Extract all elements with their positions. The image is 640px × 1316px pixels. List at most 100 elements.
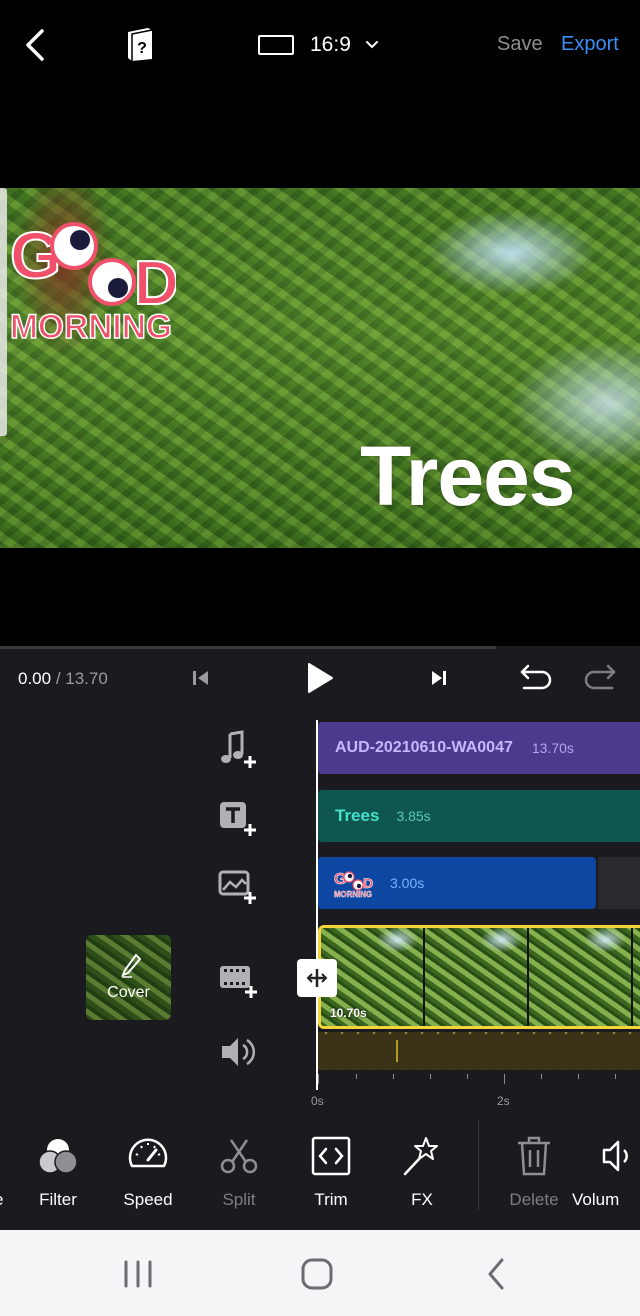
speaker-icon (222, 1038, 256, 1066)
speedometer-icon (128, 1138, 168, 1168)
svg-text:MORNING: MORNING (334, 890, 372, 898)
trim-label: Trim (314, 1190, 348, 1209)
skip-end-button[interactable] (428, 666, 450, 690)
ruler-label: 0s (311, 1094, 324, 1108)
time-display: 0.00 / 13.70 (18, 669, 108, 689)
volume-toggle-button[interactable] (218, 1032, 262, 1072)
aspect-ratio-selector[interactable]: 16:9 (258, 28, 379, 62)
pen-icon (121, 953, 142, 978)
back-arrow-icon (488, 1258, 504, 1290)
chevron-down-icon (365, 41, 378, 49)
trim-icon (311, 1136, 351, 1176)
redo-button[interactable] (582, 662, 618, 692)
svg-text:D: D (363, 875, 373, 891)
delete-label: Delete (509, 1190, 559, 1209)
transition-icon (306, 969, 328, 987)
filter-button[interactable]: Filter (16, 1120, 96, 1230)
music-note-add-icon (221, 730, 256, 768)
preview-handle[interactable] (0, 188, 7, 436)
undo-icon (520, 664, 552, 690)
audio-track-name: AUD-20210610-WA0047 (335, 739, 513, 756)
aspect-ratio-label: 16:9 (310, 33, 351, 56)
video-frame-thumbnail (529, 928, 633, 1026)
split-button[interactable]: Split (197, 1120, 277, 1230)
skip-to-end-icon (432, 671, 446, 685)
text-track-name: Trees (335, 806, 380, 825)
home-button[interactable] (297, 1256, 337, 1292)
cover-button[interactable]: Cover (86, 935, 171, 1020)
top-bar: ? 16:9 Save Export (0, 0, 640, 90)
sticker-track-clip[interactable]: G D MORNING 3.00s (318, 857, 596, 909)
video-preview[interactable]: G D MORNING Trees (0, 188, 640, 548)
ruler-label: 2s (497, 1094, 510, 1108)
add-music-button[interactable] (218, 730, 262, 770)
toolbar-divider (478, 1120, 479, 1210)
ruler-tick (318, 1074, 319, 1084)
add-sticker-button[interactable] (218, 866, 262, 906)
ruler-tick (430, 1074, 431, 1079)
fx-button[interactable]: FX (380, 1120, 460, 1230)
video-clip-selected[interactable]: 10.70s (318, 925, 640, 1029)
add-text-button[interactable] (218, 798, 262, 838)
toolbar-cut-off-label: e (0, 1190, 3, 1210)
ruler-tick (504, 1074, 505, 1084)
progress-line (0, 646, 496, 649)
skip-start-button[interactable] (190, 666, 212, 690)
audio-track-clip[interactable]: AUD-20210610-WA0047 13.70s (318, 722, 640, 774)
help-book-icon: ? (128, 28, 153, 61)
system-back-button[interactable] (478, 1256, 518, 1292)
recent-apps-icon (124, 1260, 152, 1288)
trash-icon (518, 1136, 550, 1176)
speed-button[interactable]: Speed (106, 1120, 186, 1230)
cover-label: Cover (107, 984, 150, 1001)
svg-text:MORNING: MORNING (10, 308, 172, 342)
text-track-clip[interactable]: Trees 3.85s (318, 790, 640, 842)
sticker-track-empty (598, 857, 640, 909)
magic-wand-icon (403, 1137, 438, 1176)
editor-panel: 0.00 / 13.70 Cover AUD-20210610-WA0047 1… (0, 646, 640, 1230)
edit-toolbar: e Filter Speed Split (0, 1120, 640, 1230)
volume-label: Volum (572, 1190, 620, 1209)
system-navigation-bar (0, 1230, 640, 1316)
add-clip-button[interactable] (218, 960, 262, 1000)
help-guide-button[interactable]: ? (124, 26, 156, 62)
filter-label: Filter (39, 1190, 77, 1209)
play-button[interactable] (304, 660, 336, 696)
recent-apps-button[interactable] (118, 1256, 158, 1292)
play-icon (308, 663, 333, 693)
home-icon (301, 1258, 333, 1290)
sticker-track-duration: 3.00s (390, 875, 425, 891)
good-morning-sticker[interactable]: G D MORNING (8, 206, 176, 342)
ruler-tick (578, 1074, 579, 1079)
scissors-icon (220, 1139, 258, 1174)
delete-button[interactable]: Delete (492, 1120, 572, 1230)
trim-button[interactable]: Trim (289, 1120, 369, 1230)
volume-button[interactable]: Volum (572, 1120, 640, 1230)
save-button[interactable]: Save (497, 33, 543, 56)
ruler-tick (541, 1074, 542, 1079)
filter-icon (38, 1139, 78, 1174)
ruler-tick (467, 1074, 468, 1079)
volume-icon (602, 1140, 628, 1172)
add-transition-button[interactable] (297, 959, 337, 997)
preview-title-text[interactable]: Trees (360, 428, 576, 525)
back-button[interactable] (22, 28, 52, 62)
skip-to-start-icon (193, 671, 208, 685)
text-add-icon (220, 802, 256, 836)
ruler-tick (356, 1074, 357, 1079)
image-add-icon (218, 870, 256, 904)
undo-button[interactable] (518, 662, 554, 692)
audio-marker (396, 1040, 398, 1062)
export-button[interactable]: Export (561, 33, 619, 56)
audio-track-duration: 13.70s (531, 740, 574, 756)
video-frame-thumbnail (425, 928, 529, 1026)
speed-label: Speed (123, 1190, 173, 1209)
video-clip-duration: 10.70s (330, 1006, 367, 1020)
original-audio-lane[interactable] (318, 1032, 640, 1070)
split-label: Split (222, 1190, 256, 1209)
redo-icon (584, 664, 616, 690)
ruler-tick (615, 1074, 616, 1079)
chevron-left-icon (26, 29, 44, 61)
ruler-tick (393, 1074, 394, 1079)
video-frame-thumbnail (633, 928, 640, 1026)
